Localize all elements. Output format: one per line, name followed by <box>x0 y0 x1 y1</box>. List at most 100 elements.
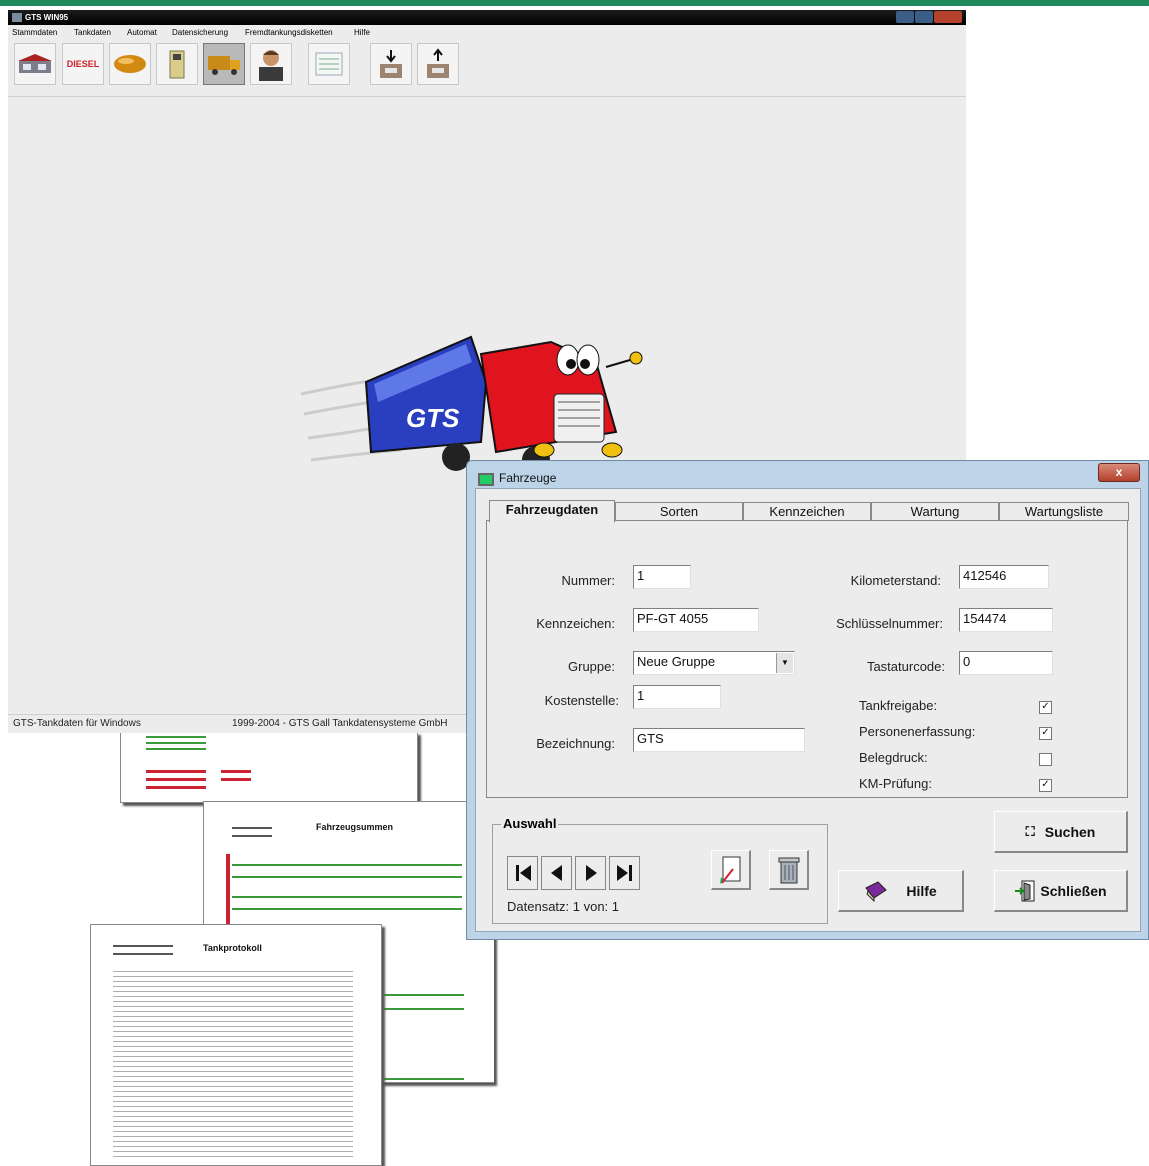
report-page-1 <box>120 732 418 803</box>
datensatz-text: Datensatz: 1 von: 1 <box>507 899 620 914</box>
schluesselnummer-label: Schlüsselnummer: <box>836 616 943 631</box>
tab-wartung[interactable]: Wartung <box>871 502 999 521</box>
toolbar-list-button[interactable] <box>308 43 350 85</box>
tab-sorten[interactable]: Sorten <box>615 502 743 521</box>
suchen-label: Suchen <box>1044 823 1096 840</box>
station-icon <box>18 54 52 73</box>
previous-icon <box>550 865 562 881</box>
toolbar: DIESEL <box>8 40 966 97</box>
status-left: GTS-Tankdaten für Windows <box>13 718 141 729</box>
chevron-down-icon[interactable]: ▼ <box>776 653 793 673</box>
nummer-label: Nummer: <box>561 573 615 588</box>
person-icon <box>259 50 283 81</box>
tab-wartung-label: Wartung <box>910 504 960 519</box>
trash-icon <box>778 857 799 883</box>
toolbar-station-button[interactable] <box>14 43 56 85</box>
gruppe-select-value: Neue Gruppe <box>637 654 716 669</box>
menu-stammdaten[interactable]: Stammdaten <box>12 26 57 40</box>
report-page-3: Tankprotokoll <box>90 924 382 1166</box>
hilfe-button[interactable]: Hilfe <box>838 870 964 912</box>
tastaturcode-field[interactable]: 0 <box>959 651 1053 675</box>
gts-logo-text: GTS <box>406 403 460 433</box>
nummer-field[interactable]: 1 <box>633 565 691 589</box>
menu-datensicherung[interactable]: Datensicherung <box>172 26 228 40</box>
km-pruefung-label: KM-Prüfung: <box>859 776 932 791</box>
upload-icon <box>427 48 449 78</box>
tank-icon <box>114 55 146 73</box>
new-record-button[interactable] <box>711 850 751 890</box>
first-icon <box>515 865 531 881</box>
tab-fahrzeugdaten[interactable]: Fahrzeugdaten <box>489 500 615 523</box>
tankfreigabe-checkbox[interactable]: ✓ <box>1039 701 1052 714</box>
tab-wartungsliste-label: Wartungsliste <box>1024 504 1104 519</box>
report-page3-title: Tankprotokoll <box>203 943 262 953</box>
app-title: GTS WIN95 <box>25 13 69 22</box>
km-pruefung-checkbox[interactable]: ✓ <box>1039 779 1052 792</box>
menu-tankdaten[interactable]: Tankdaten <box>74 26 111 40</box>
next-record-button[interactable] <box>575 856 606 890</box>
belegdruck-checkbox[interactable] <box>1039 753 1052 766</box>
exit-door-icon <box>1015 880 1035 901</box>
suchen-button[interactable]: ⛶ Suchen <box>994 811 1128 853</box>
kostenstelle-field[interactable]: 1 <box>633 685 721 709</box>
tankfreigabe-label: Tankfreigabe: <box>859 698 938 713</box>
dialog-icon <box>478 473 494 486</box>
delete-record-button[interactable] <box>769 850 809 890</box>
gruppe-select[interactable]: Neue Gruppe ▼ <box>633 651 795 675</box>
auswahl-group: Auswahl Datensatz: 1 von: 1 <box>492 816 828 924</box>
tab-kennzeichen[interactable]: Kennzeichen <box>743 502 871 521</box>
toolbar-person-button[interactable] <box>250 43 292 85</box>
help-book-icon <box>865 880 888 902</box>
toolbar-diesel-button[interactable]: DIESEL <box>62 43 104 85</box>
dialog-body: Fahrzeugdaten Sorten Kennzeichen Wartung… <box>475 488 1141 932</box>
menu-hilfe[interactable]: Hilfe <box>354 26 370 40</box>
fahrzeugdaten-panel: Nummer: 1 Kennzeichen: PF-GT 4055 Gruppe… <box>486 520 1128 798</box>
fuel-pump-icon <box>169 50 185 79</box>
personenerfassung-checkbox[interactable]: ✓ <box>1039 727 1052 740</box>
toolbar-truck-button[interactable] <box>203 43 245 85</box>
close-button[interactable] <box>934 11 962 23</box>
truck-icon <box>208 56 240 75</box>
tab-wartungsliste[interactable]: Wartungsliste <box>999 502 1129 521</box>
app-icon <box>12 13 22 22</box>
toolbar-tank-button[interactable] <box>109 43 151 85</box>
kilometerstand-field[interactable]: 412546 <box>959 565 1049 589</box>
toolbar-download-button[interactable] <box>370 43 412 85</box>
belegdruck-label: Belegdruck: <box>859 750 928 765</box>
next-icon <box>585 865 597 881</box>
tab-sorten-label: Sorten <box>659 504 699 519</box>
kennzeichen-field[interactable]: PF-GT 4055 <box>633 608 759 632</box>
main-titlebar: GTS WIN95 <box>8 10 966 25</box>
last-icon <box>616 865 632 881</box>
maximize-button[interactable] <box>915 11 933 23</box>
menu-fremdtankungsdisketten[interactable]: Fremdtankungsdisketten <box>245 26 333 40</box>
diesel-icon: DIESEL <box>66 59 100 69</box>
menubar: Stammdaten Tankdaten Automat Datensicher… <box>8 26 966 40</box>
first-record-button[interactable] <box>507 856 538 890</box>
previous-record-button[interactable] <box>541 856 572 890</box>
top-accent-stripe <box>0 0 1149 6</box>
gruppe-label: Gruppe: <box>568 659 615 674</box>
schliessen-button[interactable]: Schließen <box>994 870 1128 912</box>
toolbar-pump-button[interactable] <box>156 43 198 85</box>
binoculars-icon: ⛶ <box>1025 823 1035 839</box>
dialog-title: Fahrzeuge <box>499 471 557 485</box>
menu-automat[interactable]: Automat <box>127 26 157 40</box>
last-record-button[interactable] <box>609 856 640 890</box>
tab-kennzeichen-label: Kennzeichen <box>769 504 845 519</box>
schluesselnummer-field[interactable]: 154474 <box>959 608 1053 632</box>
hilfe-label: Hilfe <box>906 882 937 899</box>
toolbar-upload-button[interactable] <box>417 43 459 85</box>
personenerfassung-label: Personenerfassung: <box>859 724 976 739</box>
auswahl-legend: Auswahl <box>501 816 559 831</box>
kennzeichen-label: Kennzeichen: <box>536 616 615 631</box>
tab-fahrzeugdaten-label: Fahrzeugdaten <box>505 502 599 517</box>
schliessen-label: Schließen <box>1040 882 1107 899</box>
tastaturcode-label: Tastaturcode: <box>866 659 945 674</box>
kostenstelle-label: Kostenstelle: <box>544 693 619 708</box>
bezeichnung-field[interactable]: GTS <box>633 728 805 752</box>
minimize-button[interactable] <box>896 11 914 23</box>
dialog-close-button[interactable]: x <box>1098 463 1140 482</box>
download-icon <box>380 50 402 78</box>
status-right: 1999-2004 - GTS Gall Tankdatensysteme Gm… <box>232 718 448 729</box>
